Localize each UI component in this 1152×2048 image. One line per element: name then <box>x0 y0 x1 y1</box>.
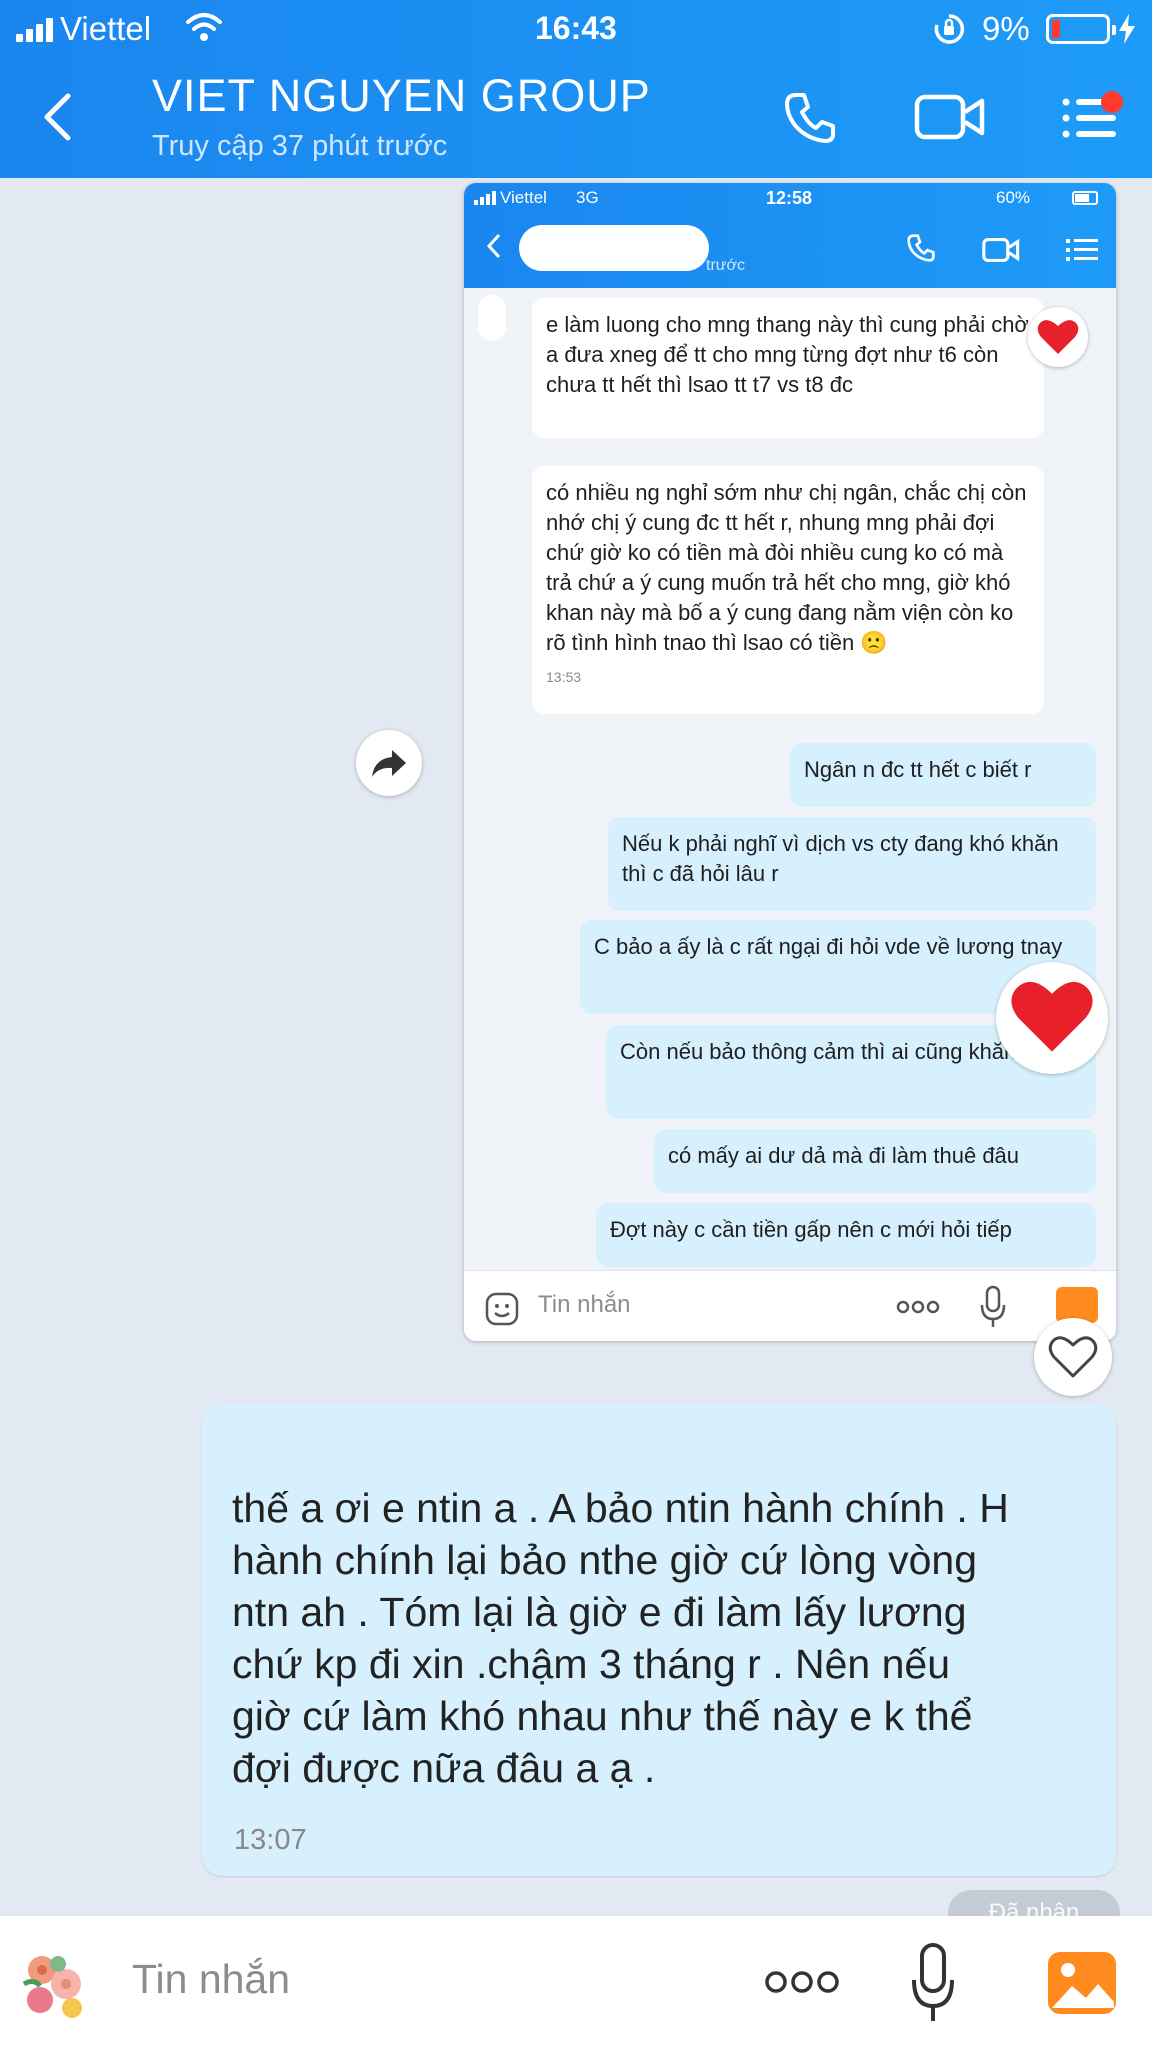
more-icon[interactable] <box>764 1968 840 1996</box>
message-text: Đợt này c cần tiền gấp nên c mới hỏi tiế… <box>610 1217 1012 1242</box>
message-text: Ngân n đc tt hết c biết r <box>804 757 1032 782</box>
message-input[interactable]: Tin nhắn <box>132 1956 290 2003</box>
embedded-input-placeholder: Tin nhắn <box>538 1291 631 1318</box>
message-time: 13:07 <box>234 1824 307 1856</box>
embedded-phone-icon <box>907 234 935 262</box>
image-icon <box>1048 1952 1116 2014</box>
share-button[interactable] <box>356 730 422 796</box>
signal-icon <box>16 18 56 42</box>
battery-icon <box>1046 14 1116 44</box>
embedded-screenshot: Viettel 3G 12:58 60% trước e làm luong c… <box>464 183 1116 1341</box>
phone-icon[interactable] <box>782 90 838 146</box>
carrier: Viettel <box>60 10 152 47</box>
embedded-mic-icon <box>980 1285 1006 1327</box>
back-icon[interactable] <box>40 92 74 142</box>
wifi-icon <box>186 13 222 41</box>
embedded-back-icon <box>486 233 501 259</box>
message-text: có mấy ai dư dả mà đi làm thuê đâu <box>668 1143 1020 1168</box>
embedded-menu-icon <box>1066 239 1098 261</box>
last-seen: Truy cập 37 phút trước <box>152 130 448 162</box>
sticker-button[interactable] <box>14 1944 98 2028</box>
mic-icon[interactable] <box>910 1942 956 2024</box>
embedded-video-icon <box>982 238 1020 262</box>
embedded-message-in: có nhiều ng nghỉ sớm như chị ngân, chắc … <box>532 466 1044 714</box>
header-bar: Viettel 16:43 9% VIET NGUYEN GROUP Truy … <box>0 0 1152 178</box>
charging-icon <box>1119 14 1135 44</box>
embedded-battery-icon <box>1072 191 1098 205</box>
menu-icon[interactable] <box>1060 90 1126 146</box>
embedded-message-out: Đợt này c cần tiền gấp nên c mới hỏi tiế… <box>596 1203 1096 1267</box>
status-bar: Viettel 16:43 9% <box>0 0 1152 56</box>
embedded-network: 3G <box>576 188 599 207</box>
heart-outline-icon <box>1048 1336 1098 1378</box>
redacted-avatar <box>478 295 506 341</box>
share-icon <box>372 750 406 777</box>
orientation-lock-icon <box>934 14 965 44</box>
video-icon[interactable] <box>914 92 986 142</box>
message-text: Nếu k phải nghĩ vì dịch vs cty đang khó … <box>622 831 1059 886</box>
embedded-last-seen: trước <box>706 257 745 274</box>
embedded-battery-percent: 60% <box>996 188 1031 207</box>
embedded-carrier: Viettel <box>500 188 547 207</box>
redacted-name <box>519 225 709 271</box>
message-bubble-out[interactable]: thế a ơi e ntin a . A bảo ntin hành chín… <box>202 1404 1116 1876</box>
message-text: có nhiều ng nghỉ sớm như chị ngân, chắc … <box>546 480 1027 655</box>
message-text: C bảo a ấy là c rất ngại đi hỏi vde về l… <box>594 934 1063 959</box>
embedded-time: 12:58 <box>766 188 813 208</box>
embedded-signal-icon <box>474 191 496 205</box>
message-time: 13:53 <box>546 669 582 685</box>
embedded-input-bar: Tin nhắn <box>464 1270 1116 1341</box>
status-time: 16:43 <box>535 10 617 46</box>
embedded-message-out: có mấy ai dư dả mà đi làm thuê đâu <box>654 1129 1096 1193</box>
conversation-title: VIET NGUYEN GROUP <box>152 70 651 121</box>
react-button[interactable] <box>1034 1318 1112 1396</box>
heart-reaction-icon <box>996 962 1108 1074</box>
embedded-more-icon <box>896 1300 940 1314</box>
image-button[interactable] <box>1046 1950 1118 2016</box>
embedded-message-out: Nếu k phải nghĩ vì dịch vs cty đang khó … <box>608 817 1096 911</box>
battery-percent: 9% <box>982 10 1030 47</box>
message-text: e làm luong cho mng thang này thì cung p… <box>546 312 1029 397</box>
embedded-message-out: Ngân n đc tt hết c biết r <box>790 743 1096 807</box>
embedded-sticker-icon <box>485 1292 519 1326</box>
sticker-icon <box>22 1956 82 2018</box>
input-bar: Tin nhắn <box>0 1916 1152 2048</box>
message-text: thế a ơi e ntin a . A bảo ntin hành chín… <box>232 1485 1009 1791</box>
heart-reaction-icon <box>1028 307 1088 367</box>
embedded-header: Viettel 3G 12:58 60% trước <box>464 183 1116 288</box>
embedded-message-in: e làm luong cho mng thang này thì cung p… <box>532 298 1044 438</box>
